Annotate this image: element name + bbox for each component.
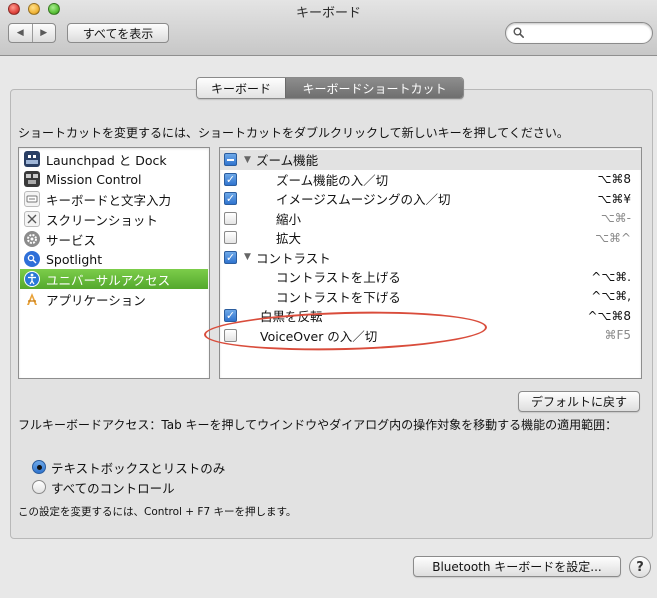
shortcut-row[interactable]: ✓ 白黒を反転 ^⌥⌘8 xyxy=(220,306,641,326)
back-arrow-icon[interactable]: ◀ xyxy=(9,24,32,42)
keyboard-input-icon xyxy=(24,191,40,207)
services-gear-icon xyxy=(24,231,40,247)
category-label: Spotlight xyxy=(46,251,103,267)
group-checkbox[interactable]: ✓ xyxy=(224,250,237,264)
shortcut-label: VoiceOver の入／切 xyxy=(260,328,378,344)
shortcut-row[interactable]: 縮小 ⌥⌘- xyxy=(220,209,641,229)
category-mission-control[interactable]: Mission Control xyxy=(20,169,208,189)
control-f7-note: この設定を変更するには、Control + F7 キーを押します。 xyxy=(18,506,297,518)
shortcut-key[interactable]: ⌥⌘8 xyxy=(598,172,631,186)
radio-all-controls[interactable]: すべてのコントロール xyxy=(32,478,175,496)
shortcut-checkbox[interactable]: ✓ xyxy=(224,172,237,186)
shortcut-checkbox[interactable] xyxy=(224,211,237,225)
shortcut-list[interactable]: ▼ ズーム機能 ✓ ズーム機能の入／切 ⌥⌘8 ✓ イメージスムージングの入／切… xyxy=(219,147,642,379)
tab-keyboard-shortcuts[interactable]: キーボードショートカット xyxy=(285,78,463,98)
shortcut-row[interactable]: コントラストを上げる ^⌥⌘. xyxy=(220,267,641,287)
shortcut-key[interactable]: ⌥⌘¥ xyxy=(598,192,631,206)
category-applications[interactable]: アプリケーション xyxy=(20,289,208,309)
window-title: キーボード xyxy=(295,6,361,21)
group-checkbox[interactable] xyxy=(224,153,237,167)
search-icon xyxy=(513,27,524,38)
shortcut-key[interactable]: ^⌥⌘. xyxy=(591,270,631,284)
radio-text-boxes-lists[interactable]: テキストボックスとリストのみ xyxy=(32,458,225,476)
shortcut-label: コントラスト xyxy=(256,250,331,266)
disclosure-triangle-icon[interactable]: ▼ xyxy=(244,252,251,262)
help-button[interactable]: ? xyxy=(629,556,651,578)
full-keyboard-access-description: フルキーボードアクセス：Tab キーを押してウインドウやダイアログ内の操作対象を… xyxy=(18,418,618,432)
shortcut-label: イメージスムージングの入／切 xyxy=(276,192,451,208)
applications-icon xyxy=(24,291,40,307)
screenshot-icon xyxy=(24,211,40,227)
shortcut-label: 拡大 xyxy=(276,231,302,247)
shortcut-label: ズーム機能の入／切 xyxy=(276,172,389,188)
back-forward-control: ◀ ▶ xyxy=(8,23,56,43)
setup-bluetooth-keyboard-button[interactable]: Bluetooth キーボードを設定... xyxy=(413,556,621,577)
shortcut-checkbox[interactable]: ✓ xyxy=(224,192,237,206)
category-list[interactable]: Launchpad と Dock Mission Control キーボードと文… xyxy=(18,147,210,379)
category-label: アプリケーション xyxy=(46,292,146,308)
category-label: Mission Control xyxy=(46,171,142,187)
spotlight-icon xyxy=(24,251,40,267)
category-screenshot[interactable]: スクリーンショット xyxy=(20,209,208,229)
shortcut-checkbox[interactable] xyxy=(224,231,237,245)
shortcut-row[interactable]: 拡大 ⌥⌘^ xyxy=(220,228,641,248)
shortcut-row[interactable]: ✓ イメージスムージングの入／切 ⌥⌘¥ xyxy=(220,189,641,209)
radio-label: テキストボックスとリストのみ xyxy=(51,460,226,476)
shortcut-label: ズーム機能 xyxy=(256,153,319,169)
category-services[interactable]: サービス xyxy=(20,229,208,249)
category-label: Launchpad と Dock xyxy=(46,152,167,168)
radio-button[interactable] xyxy=(32,460,46,474)
shortcut-key[interactable]: ⌥⌘- xyxy=(601,211,631,225)
shortcut-checkbox[interactable] xyxy=(224,328,237,342)
restore-defaults-button[interactable]: デフォルトに戻す xyxy=(518,391,640,412)
shortcut-key[interactable]: ⌥⌘^ xyxy=(595,231,631,245)
shortcut-group-row[interactable]: ✓ ▼ コントラスト xyxy=(220,248,641,268)
shortcut-row[interactable]: コントラストを下げる ^⌥⌘, xyxy=(220,287,641,307)
shortcut-key[interactable]: ^⌥⌘8 xyxy=(587,309,631,323)
tab-keyboard[interactable]: キーボード xyxy=(197,78,285,98)
shortcut-label: コントラストを下げる xyxy=(276,289,401,305)
shortcut-label: 縮小 xyxy=(276,211,302,227)
shortcut-checkbox[interactable]: ✓ xyxy=(224,309,237,323)
mission-control-icon xyxy=(24,171,40,187)
radio-label: すべてのコントロール xyxy=(51,480,175,496)
shortcut-row-voiceover[interactable]: VoiceOver の入／切 ⌘F5 xyxy=(220,326,641,346)
shortcut-group-row[interactable]: ▼ ズーム機能 xyxy=(220,150,641,170)
shortcut-label: 白黒を反転 xyxy=(260,309,323,325)
show-all-button[interactable]: すべてを表示 xyxy=(67,23,169,43)
forward-arrow-icon[interactable]: ▶ xyxy=(31,24,56,42)
shortcut-key[interactable]: ⌘F5 xyxy=(604,328,631,342)
search-field[interactable] xyxy=(505,22,653,44)
shortcut-label: コントラストを上げる xyxy=(276,270,401,286)
launchpad-dock-icon xyxy=(24,151,40,167)
category-spotlight[interactable]: Spotlight xyxy=(20,249,208,269)
category-label: ユニバーサルアクセス xyxy=(46,272,171,288)
disclosure-triangle-icon[interactable]: ▼ xyxy=(244,155,251,165)
category-label: サービス xyxy=(46,232,97,248)
tab-bar: キーボード キーボードショートカット xyxy=(196,77,464,99)
category-label: スクリーンショット xyxy=(46,212,158,228)
shortcut-row[interactable]: ✓ ズーム機能の入／切 ⌥⌘8 xyxy=(220,170,641,190)
radio-button[interactable] xyxy=(32,480,46,494)
shortcut-key[interactable]: ^⌥⌘, xyxy=(591,289,631,303)
category-launchpad-dock[interactable]: Launchpad と Dock xyxy=(20,149,208,169)
title-bar: キーボード ◀ ▶ すべてを表示 xyxy=(0,0,657,56)
category-label: キーボードと文字入力 xyxy=(46,192,172,208)
instruction-text: ショートカットを変更するには、ショートカットをダブルクリックして新しいキーを押し… xyxy=(18,126,569,140)
universal-access-icon xyxy=(24,271,40,287)
category-universal-access[interactable]: ユニバーサルアクセス xyxy=(20,269,208,289)
category-keyboard-input[interactable]: キーボードと文字入力 xyxy=(20,189,208,209)
